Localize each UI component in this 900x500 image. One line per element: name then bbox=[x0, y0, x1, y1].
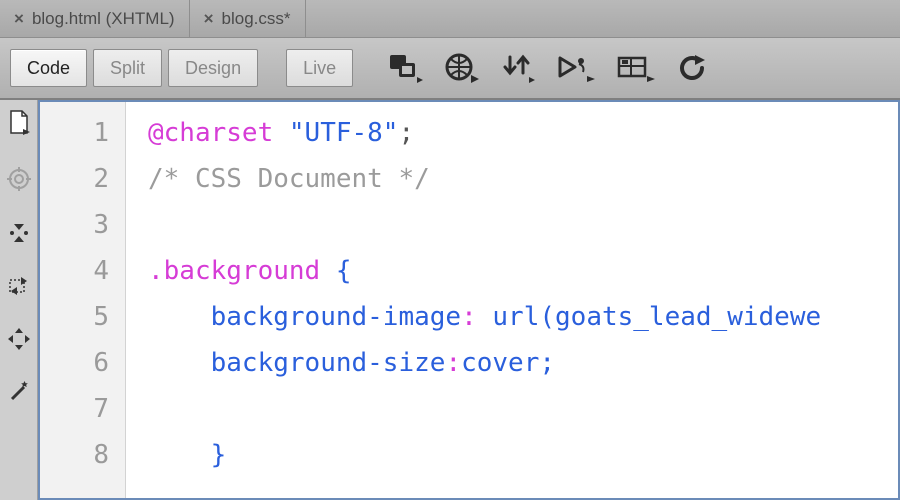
code-line: @charset "UTF-8"; bbox=[148, 110, 821, 156]
line-number: 5 bbox=[40, 294, 109, 340]
token-ws bbox=[477, 302, 493, 332]
design-view-button[interactable]: Design bbox=[168, 49, 258, 87]
download-upload-icon[interactable] bbox=[501, 53, 535, 83]
token-ws bbox=[148, 294, 211, 340]
code-line: background-image: url(goats_lead_widewe bbox=[148, 294, 821, 340]
select-icon[interactable] bbox=[7, 275, 31, 302]
main-toolbar: Code Split Design Live bbox=[0, 38, 900, 100]
token-ws bbox=[148, 432, 211, 478]
collapse-icon[interactable] bbox=[8, 222, 30, 249]
token-value: cover bbox=[461, 348, 539, 378]
line-number: 8 bbox=[40, 432, 109, 478]
token-punct: ; bbox=[398, 118, 414, 148]
live-view-icon[interactable] bbox=[557, 54, 595, 82]
token-value: goats_lead_widewe bbox=[555, 302, 821, 332]
code-line: /* CSS Document */ bbox=[148, 156, 821, 202]
left-tool-gutter bbox=[0, 100, 38, 500]
line-number: 2 bbox=[40, 156, 109, 202]
refresh-icon[interactable] bbox=[677, 53, 707, 83]
line-number-gutter: 1 2 3 4 5 6 7 8 bbox=[40, 102, 126, 498]
close-icon[interactable]: × bbox=[204, 10, 214, 27]
token-comment: /* CSS Document */ bbox=[148, 164, 430, 194]
tab-bar: × blog.html (XHTML) × blog.css* bbox=[0, 0, 900, 38]
token-string: "UTF-8" bbox=[289, 118, 399, 148]
button-label: Live bbox=[303, 58, 336, 79]
tab-label: blog.html (XHTML) bbox=[32, 9, 175, 29]
token-brace: } bbox=[211, 440, 227, 470]
token-property: background-size bbox=[211, 348, 446, 378]
code-line bbox=[148, 386, 821, 432]
preview-browser-icon[interactable] bbox=[445, 53, 479, 83]
live-view-button[interactable]: Live bbox=[286, 49, 353, 87]
code-line: } bbox=[148, 432, 821, 478]
tab-label: blog.css* bbox=[222, 9, 291, 29]
code-editor[interactable]: 1 2 3 4 5 6 7 8 @charset "UTF-8"; /* CSS … bbox=[38, 100, 900, 500]
toolbar-icon-group bbox=[387, 53, 707, 83]
button-label: Design bbox=[185, 58, 241, 79]
button-label: Code bbox=[27, 58, 70, 79]
token-selector: .background bbox=[148, 256, 320, 286]
target-icon[interactable] bbox=[7, 167, 31, 196]
code-view-button[interactable]: Code bbox=[10, 49, 87, 87]
line-number: 6 bbox=[40, 340, 109, 386]
token-ws bbox=[148, 340, 211, 386]
new-doc-icon[interactable] bbox=[8, 110, 30, 141]
tab-blog-html[interactable]: × blog.html (XHTML) bbox=[0, 0, 190, 37]
token-colon: : bbox=[461, 302, 477, 332]
token-colon: : bbox=[445, 348, 461, 378]
line-number: 4 bbox=[40, 248, 109, 294]
token-ws bbox=[320, 256, 336, 286]
code-line: background-size:cover; bbox=[148, 340, 821, 386]
token-atrule: @charset bbox=[148, 118, 273, 148]
token-ws bbox=[273, 118, 289, 148]
code-line: .background { bbox=[148, 248, 821, 294]
line-number: 3 bbox=[40, 202, 109, 248]
split-view-button[interactable]: Split bbox=[93, 49, 162, 87]
view-switch-group-2: Live bbox=[286, 49, 353, 87]
line-number: 1 bbox=[40, 110, 109, 156]
code-line bbox=[148, 202, 821, 248]
line-number: 7 bbox=[40, 386, 109, 432]
token-function: url( bbox=[492, 302, 555, 332]
move-icon[interactable] bbox=[8, 328, 30, 355]
token-punct: ; bbox=[539, 348, 555, 378]
button-label: Split bbox=[110, 58, 145, 79]
token-brace: { bbox=[336, 256, 352, 286]
editor-area: 1 2 3 4 5 6 7 8 @charset "UTF-8"; /* CSS … bbox=[0, 100, 900, 500]
view-switch-group: Code Split Design bbox=[10, 49, 258, 87]
tab-blog-css[interactable]: × blog.css* bbox=[190, 0, 306, 37]
close-icon[interactable]: × bbox=[14, 10, 24, 27]
file-management-icon[interactable] bbox=[387, 53, 423, 83]
token-property: background-image bbox=[211, 302, 461, 332]
wand-icon[interactable] bbox=[8, 381, 30, 408]
inspect-icon[interactable] bbox=[617, 54, 655, 82]
code-content[interactable]: @charset "UTF-8"; /* CSS Document */ .bac… bbox=[126, 102, 821, 498]
